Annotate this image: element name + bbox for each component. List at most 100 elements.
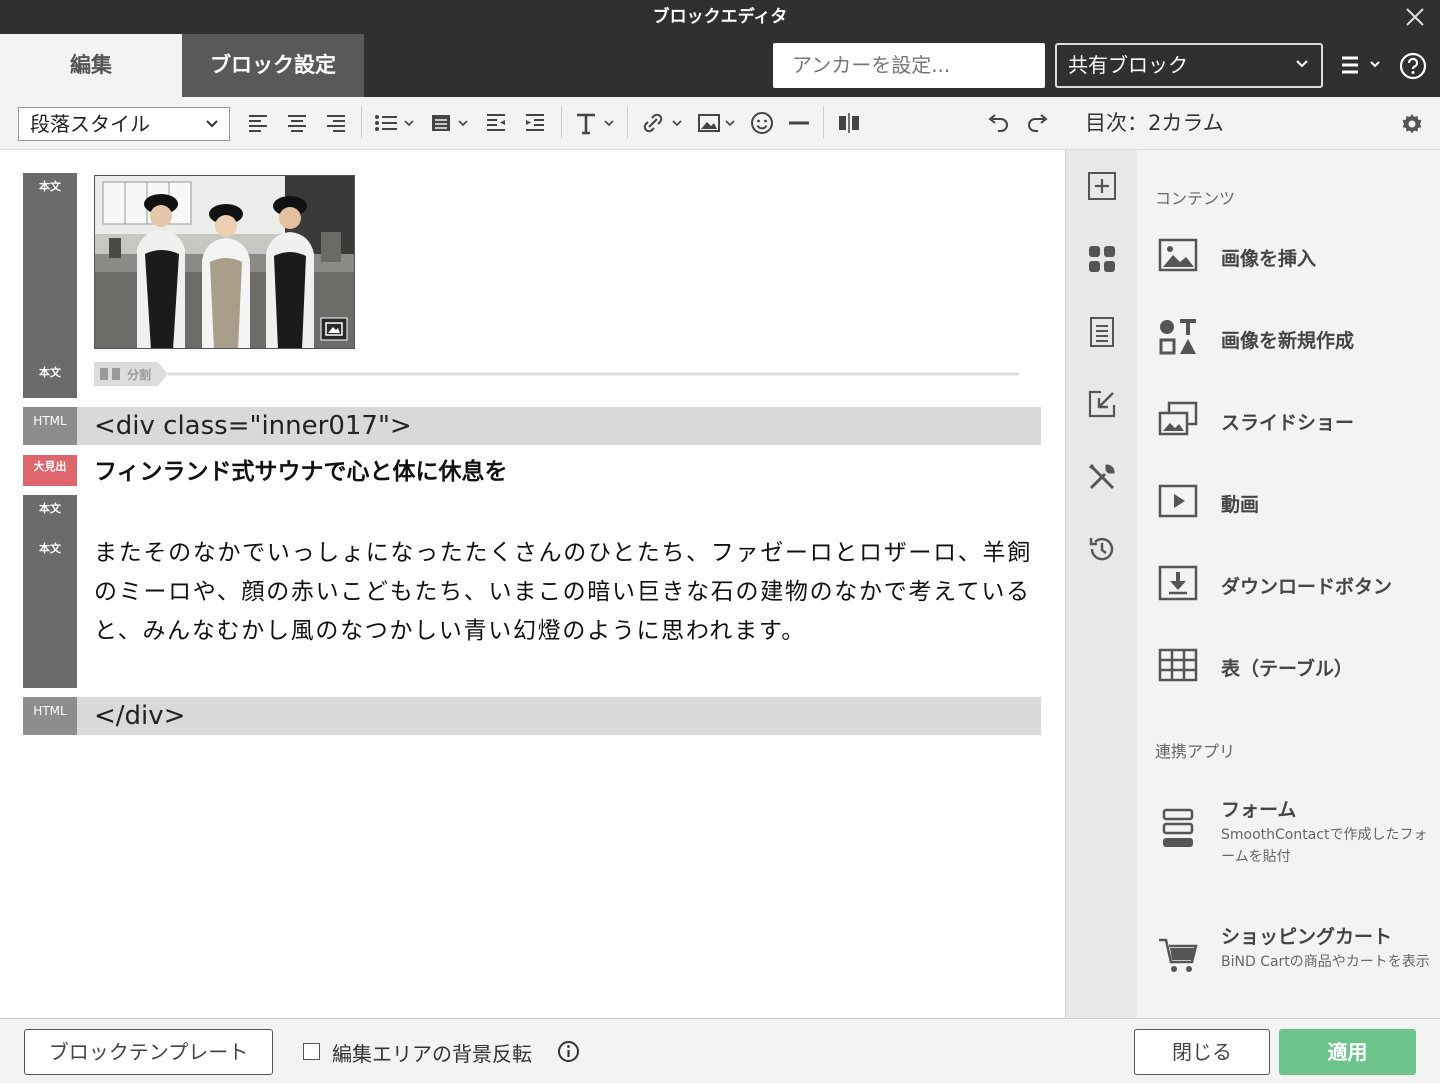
close-button[interactable]: 閉じる	[1134, 1029, 1270, 1075]
text-style-icon[interactable]	[572, 108, 618, 138]
title-bar: ブロックエディタ	[0, 0, 1440, 34]
shopping-cart-description: BiND Cartの商品やカートを表示	[1221, 954, 1430, 970]
emoji-icon[interactable]	[748, 108, 776, 138]
paragraph-style-select[interactable]: 段落スタイル	[18, 107, 230, 141]
window-title: ブロックエディタ	[652, 7, 788, 27]
form-label: フォーム	[1221, 799, 1297, 821]
slideshow-icon	[1157, 398, 1199, 440]
toolbar-divider	[823, 106, 824, 138]
toolbar-divider	[561, 106, 562, 138]
help-icon[interactable]	[1399, 52, 1427, 80]
photo-image[interactable]	[94, 175, 355, 349]
slideshow-label: スライドショー	[1221, 412, 1355, 434]
video-item[interactable]: 動画	[1157, 480, 1437, 540]
shopping-cart-item[interactable]: ショッピングカート BiND Cartの商品やカートを表示	[1157, 922, 1437, 1002]
block-format-icon[interactable]	[428, 108, 474, 138]
html-block-close[interactable]: HTML </div>	[23, 697, 1041, 735]
menu-icon[interactable]	[1338, 54, 1382, 78]
block-label-html: HTML	[23, 697, 77, 735]
content-panel: コンテンツ 画像を挿入 画像を新規作成 スライドショー 動画 ダウンロードボタン…	[1137, 150, 1440, 1018]
table-label: 表（テーブル）	[1221, 658, 1353, 680]
download-icon	[1157, 562, 1199, 604]
tools-icon[interactable]	[1086, 461, 1118, 493]
cafe-staff-photo	[95, 176, 354, 348]
align-center-icon[interactable]	[283, 108, 311, 138]
block-label-body: 本文 本文	[23, 173, 77, 398]
shared-block-select[interactable]: 共有ブロック	[1055, 43, 1323, 88]
close-icon[interactable]	[1404, 6, 1426, 28]
insert-image-label: 画像を挿入	[1221, 248, 1317, 270]
editor-area[interactable]: 本文 本文 分割 HTML <div class="inner017"> 大見出…	[0, 150, 1065, 1018]
top-bar: 編集 ブロック設定 アンカーを設定... 共有ブロック	[0, 34, 1440, 97]
html-open-code: <div class="inner017">	[94, 411, 412, 441]
video-icon	[1157, 480, 1199, 522]
form-description: SmoothContactで作成したフォームを貼付	[1221, 827, 1428, 865]
download-button-item[interactable]: ダウンロードボタン	[1157, 562, 1437, 622]
cart-icon	[1157, 934, 1199, 976]
apply-button[interactable]: 適用	[1279, 1029, 1416, 1075]
horizontal-rule-icon[interactable]	[785, 108, 813, 138]
block-label-heading: 大見出	[23, 455, 77, 486]
format-toolbar: 段落スタイル	[0, 97, 1065, 150]
tab-edit[interactable]: 編集	[0, 34, 182, 97]
gear-icon[interactable]	[1400, 112, 1424, 136]
history-icon[interactable]	[1086, 533, 1118, 565]
block-label-body-group: 本文 本文	[23, 495, 77, 688]
table-item[interactable]: 表（テーブル）	[1157, 644, 1437, 704]
bullet-list-icon[interactable]	[372, 108, 418, 138]
form-item[interactable]: フォーム SmoothContactで作成したフォームを貼付	[1157, 795, 1437, 875]
form-icon	[1157, 807, 1199, 849]
toolbar-divider	[361, 106, 362, 138]
shared-block-value: 共有ブロック	[1068, 53, 1188, 77]
block-label-html: HTML	[23, 407, 77, 445]
link-icon[interactable]	[640, 108, 686, 138]
anchor-input[interactable]: アンカーを設定...	[773, 43, 1045, 88]
import-icon[interactable]	[1086, 388, 1118, 420]
image-icon[interactable]	[695, 108, 741, 138]
shapes-icon	[1157, 316, 1199, 358]
split-marker	[94, 362, 1019, 386]
block-type-title: 目次：2カラム	[1085, 111, 1224, 135]
chevron-down-icon	[1296, 60, 1308, 68]
block-editor-window: ブロックエディタ 編集 ブロック設定 アンカーを設定... 共有ブロック 段落ス…	[0, 0, 1440, 1083]
add-block-icon[interactable]	[1086, 170, 1118, 202]
footer-bar: ブロックテンプレート 編集エリアの背景反転 閉じる 適用	[0, 1018, 1440, 1083]
page-icon[interactable]	[1086, 316, 1118, 348]
invert-background-label: 編集エリアの背景反転	[332, 1042, 532, 1066]
redo-icon[interactable]	[1024, 108, 1052, 138]
create-image-label: 画像を新規作成	[1221, 330, 1355, 352]
split-divider[interactable]: 分割	[94, 362, 1019, 386]
block-template-button[interactable]: ブロックテンプレート	[24, 1029, 273, 1075]
undo-icon[interactable]	[984, 108, 1012, 138]
parts-icon[interactable]	[1086, 243, 1118, 275]
apps-section-label: 連携アプリ	[1155, 742, 1236, 761]
block-label-body-4: 本文	[39, 542, 61, 555]
block-label-body-3: 本文	[39, 502, 61, 515]
align-right-icon[interactable]	[322, 108, 350, 138]
download-button-label: ダウンロードボタン	[1221, 576, 1393, 598]
invert-background-checkbox[interactable]	[303, 1043, 320, 1060]
shopping-cart-label: ショッピングカート	[1221, 926, 1393, 948]
image-icon	[1157, 234, 1199, 276]
video-label: 動画	[1221, 494, 1260, 516]
tool-sidebar	[1065, 150, 1137, 1018]
split-icon[interactable]	[835, 108, 863, 138]
toolbar-divider	[627, 106, 628, 138]
align-left-icon[interactable]	[244, 108, 272, 138]
paragraph-text[interactable]: またそのなかでいっしょになったたくさんのひとたち、ファゼーロとロザーロ、羊飼のミ…	[94, 534, 1034, 651]
table-icon	[1157, 644, 1199, 686]
info-icon[interactable]	[557, 1040, 580, 1063]
html-close-code: </div>	[94, 701, 186, 731]
heading-text[interactable]: フィンランド式サウナで心と体に休息を	[94, 452, 508, 486]
split-label: 分割	[127, 368, 152, 382]
html-block-open[interactable]: HTML <div class="inner017">	[23, 407, 1041, 445]
outdent-icon[interactable]	[482, 108, 510, 138]
tab-block-settings[interactable]: ブロック設定	[182, 34, 364, 97]
chevron-down-icon	[206, 120, 218, 128]
block-info-header: 目次：2カラム	[1065, 97, 1440, 150]
create-image-item[interactable]: 画像を新規作成	[1157, 316, 1437, 376]
indent-icon[interactable]	[521, 108, 549, 138]
slideshow-item[interactable]: スライドショー	[1157, 398, 1437, 458]
block-label-body-2: 本文	[39, 366, 61, 379]
insert-image-item[interactable]: 画像を挿入	[1157, 234, 1437, 294]
